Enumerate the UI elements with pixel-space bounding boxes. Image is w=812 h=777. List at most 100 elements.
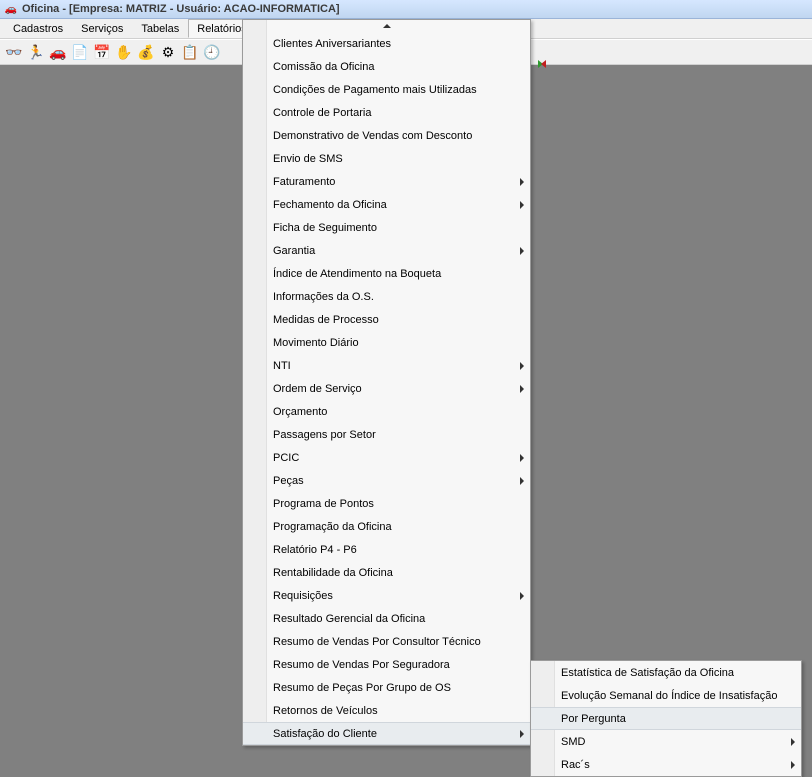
menu-item[interactable]: Envio de SMS (243, 147, 530, 170)
menu-item[interactable]: NTI (243, 354, 530, 377)
submenu-arrow-icon (791, 738, 795, 746)
menu-item-label: Ficha de Seguimento (273, 222, 377, 234)
menu-item[interactable]: Índice de Atendimento na Boqueta (243, 262, 530, 285)
menu-item[interactable]: PCIC (243, 446, 530, 469)
calendar-icon[interactable]: 📅 (92, 42, 112, 62)
menu-item-label: Controle de Portaria (273, 107, 371, 119)
menu-servicos[interactable]: Serviços (72, 19, 132, 38)
menu-item[interactable]: Satisfação do Cliente (243, 722, 530, 745)
submenu-arrow-icon (520, 385, 524, 393)
menu-item[interactable]: Programa de Pontos (243, 492, 530, 515)
menu-item-label: Medidas de Processo (273, 314, 379, 326)
menu-item-label: Requisições (273, 590, 333, 602)
menu-item[interactable]: SMD (531, 730, 801, 753)
menu-item[interactable]: Relatório P4 - P6 (243, 538, 530, 561)
menu-item-label: Rac´s (561, 759, 590, 771)
submenu-arrow-icon (520, 477, 524, 485)
menu-item-label: Resumo de Vendas Por Seguradora (273, 659, 450, 671)
app-icon: 🚗 (4, 3, 18, 15)
titlebar-text: Oficina - [Empresa: MATRIZ - Usuário: AC… (22, 3, 340, 15)
tire-icon[interactable]: ⚙ (158, 42, 178, 62)
menu-cadastros[interactable]: Cadastros (4, 19, 72, 38)
menu-item[interactable]: Orçamento (243, 400, 530, 423)
menu-tabelas[interactable]: Tabelas (132, 19, 188, 38)
menu-item[interactable]: Rentabilidade da Oficina (243, 561, 530, 584)
titlebar: 🚗 Oficina - [Empresa: MATRIZ - Usuário: … (0, 0, 812, 19)
menu-item-label: Resultado Gerencial da Oficina (273, 613, 425, 625)
menu-relatorios: Clientes Aniversariantes Comissão da Ofic… (242, 19, 531, 746)
menu-item[interactable]: Comissão da Oficina (243, 55, 530, 78)
exit-icon[interactable]: 🏃 (26, 42, 46, 62)
submenu-arrow-icon (520, 454, 524, 462)
doc-icon[interactable]: 📄 (70, 42, 90, 62)
menu-item-label: Índice de Atendimento na Boqueta (273, 268, 441, 280)
menu-item[interactable]: Ordem de Serviço (243, 377, 530, 400)
menu-item[interactable]: Controle de Portaria (243, 101, 530, 124)
menu-item-label: Envio de SMS (273, 153, 343, 165)
menu-item[interactable]: Passagens por Setor (243, 423, 530, 446)
menu-item-label: Informações da O.S. (273, 291, 374, 303)
menu-item-label: PCIC (273, 452, 299, 464)
menu-item[interactable]: Evolução Semanal do Índice de Insatisfaç… (531, 684, 801, 707)
menu-item-label: Garantia (273, 245, 315, 257)
submenu-arrow-icon (791, 761, 795, 769)
menu-item-label: Resumo de Peças Por Grupo de OS (273, 682, 451, 694)
submenu-arrow-icon (520, 247, 524, 255)
menu-item-label: Peças (273, 475, 304, 487)
menu-item-label: NTI (273, 360, 291, 372)
menu-item-label: Faturamento (273, 176, 335, 188)
menu-item-label: Evolução Semanal do Índice de Insatisfaç… (561, 690, 777, 702)
menu-item-label: Clientes Aniversariantes (273, 38, 391, 50)
menu-item-label: Demonstrativo de Vendas com Desconto (273, 130, 472, 142)
menu-item-label: Rentabilidade da Oficina (273, 567, 393, 579)
menu-item[interactable]: Peças (243, 469, 530, 492)
menu-item[interactable]: Resumo de Vendas Por Seguradora (243, 653, 530, 676)
form-icon[interactable]: 📋 (180, 42, 200, 62)
menu-item[interactable]: Medidas de Processo (243, 308, 530, 331)
car-icon[interactable]: 🚗 (48, 42, 68, 62)
menu-item-label: Movimento Diário (273, 337, 359, 349)
menu-item[interactable]: Garantia (243, 239, 530, 262)
menu-item-label: Retornos de Veículos (273, 705, 378, 717)
submenu-arrow-icon (520, 362, 524, 370)
toolbar-accent-icon (538, 58, 545, 69)
submenu-satisfacao-cliente: Estatística de Satisfação da Oficina Evol… (530, 660, 802, 777)
menu-item-label: Por Pergunta (561, 713, 626, 725)
menu-item-label: Orçamento (273, 406, 327, 418)
submenu-arrow-icon (520, 592, 524, 600)
menu-item[interactable]: Retornos de Veículos (243, 699, 530, 722)
menu-item-label: Fechamento da Oficina (273, 199, 387, 211)
menu-item-label: Passagens por Setor (273, 429, 376, 441)
menu-item[interactable]: Condições de Pagamento mais Utilizadas (243, 78, 530, 101)
menu-item[interactable]: Rac´s (531, 753, 801, 776)
menu-item[interactable]: Estatística de Satisfação da Oficina (531, 661, 801, 684)
money-icon[interactable]: 💰 (136, 42, 156, 62)
menu-item[interactable]: Requisições (243, 584, 530, 607)
hand-icon[interactable]: ✋ (114, 42, 134, 62)
menu-item[interactable]: Movimento Diário (243, 331, 530, 354)
menu-item[interactable]: Demonstrativo de Vendas com Desconto (243, 124, 530, 147)
menu-item[interactable]: Informações da O.S. (243, 285, 530, 308)
menu-item-label: Satisfação do Cliente (273, 728, 377, 740)
glasses-icon[interactable]: 👓 (4, 42, 24, 62)
menu-item[interactable]: Fechamento da Oficina (243, 193, 530, 216)
menu-item-label: Estatística de Satisfação da Oficina (561, 667, 734, 679)
menu-item-label: Comissão da Oficina (273, 61, 375, 73)
menu-item-label: SMD (561, 736, 585, 748)
clock-icon[interactable]: 🕘 (202, 42, 222, 62)
menu-item-label: Programação da Oficina (273, 521, 392, 533)
menu-item[interactable]: Por Pergunta (531, 707, 801, 730)
menu-item[interactable]: Resumo de Peças Por Grupo de OS (243, 676, 530, 699)
menu-item-label: Relatório P4 - P6 (273, 544, 357, 556)
menu-item-label: Resumo de Vendas Por Consultor Técnico (273, 636, 481, 648)
menu-item[interactable]: Programação da Oficina (243, 515, 530, 538)
menu-item[interactable]: Faturamento (243, 170, 530, 193)
submenu-arrow-icon (520, 201, 524, 209)
menu-item[interactable]: Resumo de Vendas Por Consultor Técnico (243, 630, 530, 653)
menu-item[interactable]: Clientes Aniversariantes (243, 32, 530, 55)
submenu-arrow-icon (520, 730, 524, 738)
menu-item[interactable]: Ficha de Seguimento (243, 216, 530, 239)
menu-scroll-up[interactable] (243, 20, 530, 32)
menu-item-label: Ordem de Serviço (273, 383, 362, 395)
menu-item[interactable]: Resultado Gerencial da Oficina (243, 607, 530, 630)
